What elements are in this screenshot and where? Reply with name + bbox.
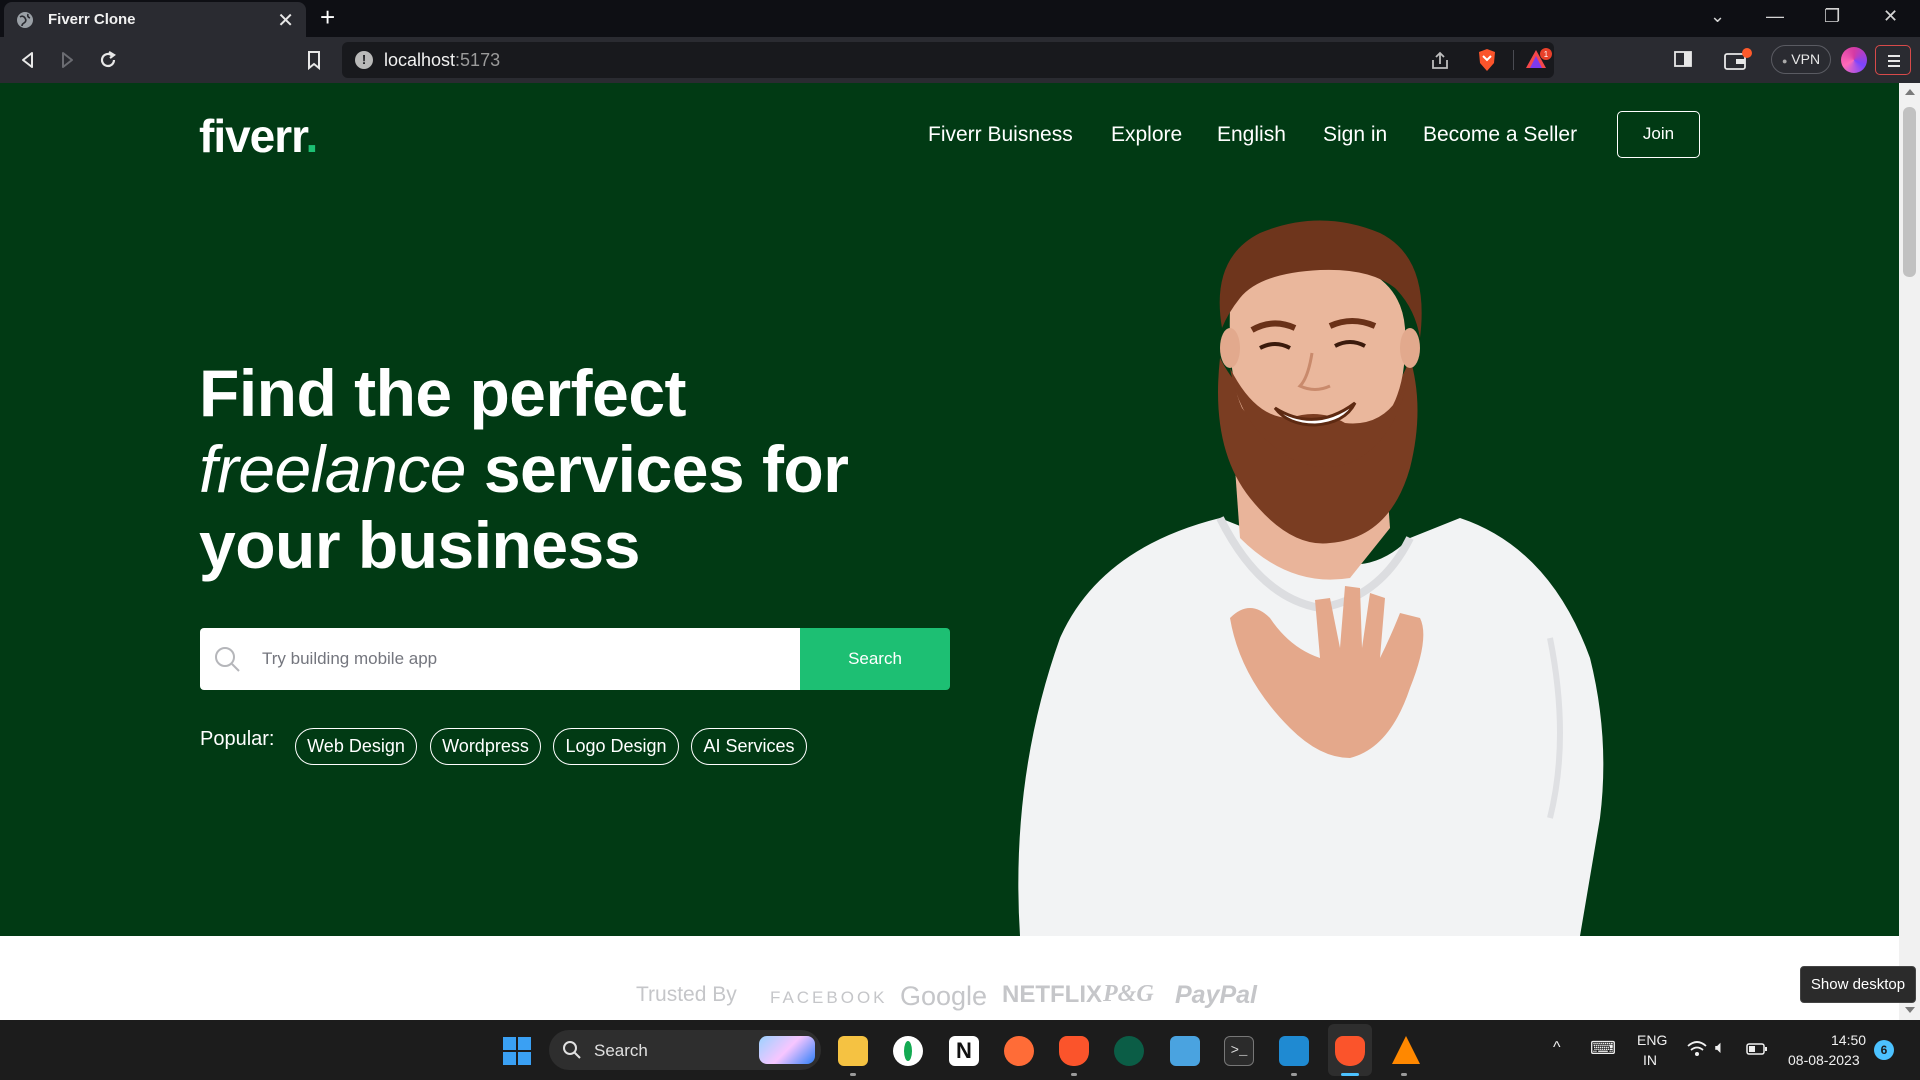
tray-chevron-up-icon[interactable]: ^	[1553, 1039, 1561, 1057]
nav-link-sign-in[interactable]: Sign in	[1323, 123, 1387, 147]
search-button[interactable]: Search	[800, 628, 950, 690]
scrollbar-thumb[interactable]	[1903, 107, 1916, 277]
brand-netflix: NETFLIX	[1002, 981, 1102, 1008]
page-scrollbar[interactable]	[1899, 83, 1920, 1020]
running-indicator	[850, 1073, 856, 1076]
notepad-icon[interactable]	[1170, 1036, 1200, 1066]
language-region: IN	[1643, 1052, 1657, 1068]
search-highlight-icon	[759, 1036, 815, 1064]
brand-facebook: FACEBOOK	[770, 988, 888, 1007]
clock-time[interactable]: 14:50	[1831, 1032, 1866, 1048]
page-viewport: fiverr. Fiverr Buisness Explore English …	[0, 83, 1899, 1020]
vscode-icon[interactable]	[1279, 1036, 1309, 1066]
svg-text:1: 1	[1544, 50, 1549, 59]
tab-search-chevron-icon[interactable]: ⌄	[1710, 6, 1725, 27]
popular-tag-logo-design[interactable]: Logo Design	[553, 728, 679, 765]
globe-icon	[17, 12, 33, 28]
restore-icon[interactable]: ❐	[1824, 6, 1840, 27]
running-indicator	[1401, 1073, 1407, 1076]
minimize-icon[interactable]: —	[1766, 6, 1784, 27]
notification-badge[interactable]: 6	[1874, 1040, 1894, 1060]
hero-headline: Find the perfect freelance services for …	[199, 356, 849, 582]
popular-label: Popular:	[200, 728, 275, 750]
fiverr-logo[interactable]: fiverr.	[199, 109, 318, 163]
hero-person-image	[1018, 220, 1604, 936]
address-bar[interactable]: ! localhost:5173 1	[342, 42, 1554, 78]
postman-icon[interactable]	[1004, 1036, 1034, 1066]
browser-menu-button[interactable]	[1875, 45, 1911, 75]
search-input[interactable]: Try building mobile app	[262, 649, 437, 669]
terminal-icon[interactable]: >_	[1224, 1036, 1254, 1066]
nav-link-explore[interactable]: Explore	[1111, 123, 1182, 147]
url-text: localhost:5173	[384, 50, 501, 70]
scroll-down-icon[interactable]	[1905, 1007, 1915, 1013]
clock-date[interactable]: 08-08-2023	[1788, 1052, 1860, 1068]
popular-tag-web-design[interactable]: Web Design	[295, 728, 417, 765]
taskbar-search-box[interactable]: Search	[549, 1030, 821, 1070]
browser-tab-bar: Fiverr Clone ✕ + ⌄ — ❐ ✕	[0, 0, 1920, 37]
join-button[interactable]: Join	[1617, 111, 1700, 158]
brand-google: Google	[900, 981, 988, 1011]
running-indicator	[1291, 1073, 1297, 1076]
notion-icon[interactable]: N	[949, 1036, 979, 1066]
volume-icon[interactable]: 🔈︎	[1715, 1037, 1726, 1058]
scroll-up-icon[interactable]	[1905, 89, 1915, 95]
forward-icon[interactable]	[54, 47, 80, 73]
share-icon[interactable]	[1429, 50, 1451, 72]
bookmark-icon[interactable]	[301, 47, 327, 73]
popular-tag-wordpress[interactable]: Wordpress	[430, 728, 541, 765]
running-indicator	[1071, 1073, 1077, 1076]
mongodb-compass-icon[interactable]	[893, 1036, 923, 1066]
wallet-icon[interactable]	[1723, 48, 1753, 72]
active-indicator	[1341, 1073, 1359, 1076]
brave-shields-icon[interactable]	[1476, 48, 1498, 72]
vlc-icon[interactable]	[1392, 1036, 1420, 1064]
nav-link-fiverr-business[interactable]: Fiverr Buisness	[928, 123, 1073, 147]
window-close-icon[interactable]: ✕	[1883, 6, 1898, 27]
vpn-button[interactable]: ● VPN	[1771, 45, 1831, 74]
language-indicator[interactable]: ENG	[1637, 1032, 1667, 1048]
battery-icon[interactable]	[1746, 1042, 1768, 1056]
brave-icon[interactable]	[1059, 1036, 1089, 1066]
nav-link-english[interactable]: English	[1217, 123, 1286, 147]
omnibox-divider	[1513, 50, 1514, 70]
windows-start-icon[interactable]	[502, 1036, 532, 1066]
search-icon	[215, 647, 240, 672]
profile-avatar[interactable]	[1841, 47, 1867, 73]
search-icon	[563, 1041, 581, 1059]
reload-icon[interactable]	[95, 47, 121, 73]
tab-title: Fiverr Clone	[48, 11, 136, 28]
taskbar-search-label: Search	[594, 1041, 648, 1060]
show-desktop-tooltip: Show desktop	[1800, 966, 1916, 1003]
browser-toolbar: ! localhost:5173 1 ● VPN	[0, 37, 1920, 83]
popular-tag-ai-services[interactable]: AI Services	[691, 728, 807, 765]
keyboard-icon[interactable]: ⌨	[1590, 1038, 1616, 1059]
hero-search-box[interactable]: Try building mobile app	[200, 628, 800, 690]
wifi-icon[interactable]	[1686, 1039, 1708, 1059]
brand-paypal: PayPal	[1175, 981, 1258, 1009]
sidebar-icon[interactable]	[1672, 48, 1694, 70]
new-tab-icon[interactable]: +	[320, 2, 335, 32]
trusted-by-label: Trusted By	[636, 983, 737, 1006]
nav-link-become-seller[interactable]: Become a Seller	[1423, 123, 1577, 147]
app-icon[interactable]	[1114, 1036, 1144, 1066]
hero-section: fiverr. Fiverr Buisness Explore English …	[0, 83, 1899, 936]
windows-taskbar: Search N >_ ^ ⌨ ENG IN 🔈︎ 14:50 08-08-20…	[0, 1020, 1920, 1080]
brand-pg: P&G	[1103, 981, 1154, 1007]
brave-rewards-icon[interactable]: 1	[1524, 48, 1552, 72]
file-explorer-icon[interactable]	[838, 1036, 868, 1066]
tab-close-icon[interactable]: ✕	[277, 8, 294, 33]
back-icon[interactable]	[15, 47, 41, 73]
browser-tab[interactable]: Fiverr Clone ✕	[4, 2, 306, 37]
brave-active-icon[interactable]	[1335, 1036, 1365, 1066]
site-info-icon[interactable]: !	[355, 51, 373, 69]
